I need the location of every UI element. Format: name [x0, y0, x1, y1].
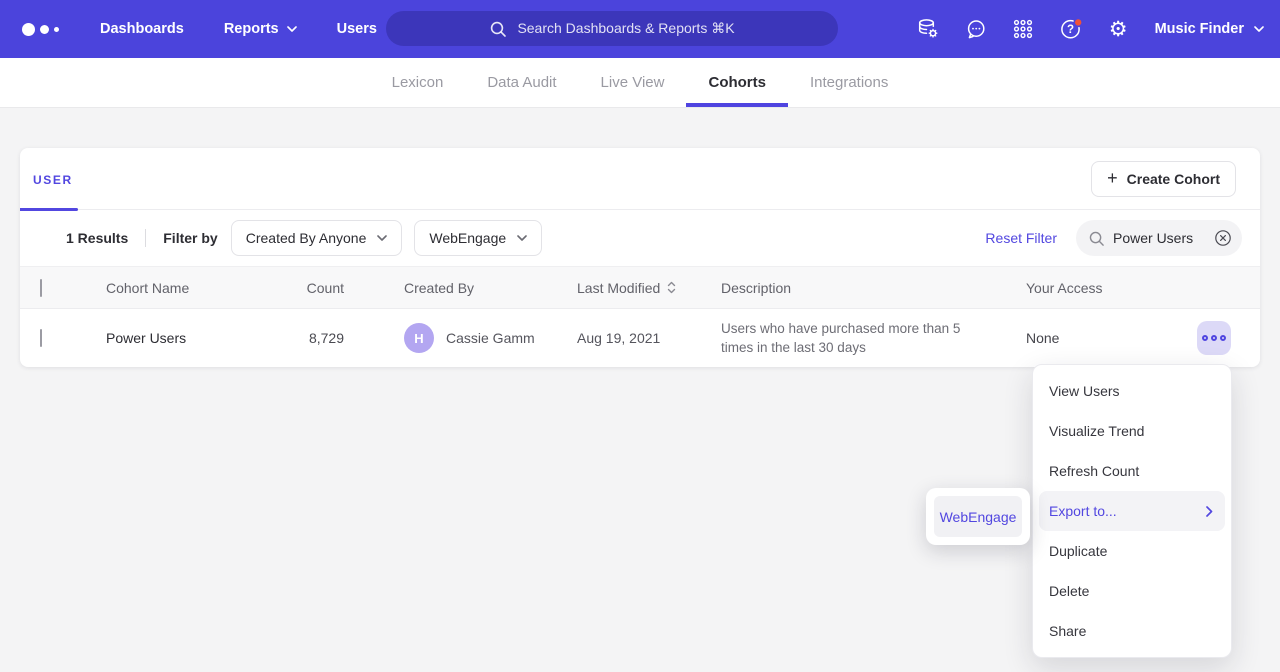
global-search-input[interactable]: Search Dashboards & Reports ⌘K — [386, 11, 838, 46]
tab-user[interactable]: USER — [33, 173, 73, 187]
reset-filter-link[interactable]: Reset Filter — [985, 230, 1057, 246]
tab-integrations[interactable]: Integrations — [788, 58, 910, 107]
cohort-search-input[interactable]: Power Users — [1076, 220, 1242, 256]
search-icon — [489, 20, 507, 38]
last-modified-cell: Aug 19, 2021 — [577, 330, 721, 346]
card-header: USER + Create Cohort — [20, 148, 1260, 210]
col-last-modified[interactable]: Last Modified — [577, 280, 721, 296]
nav-reports[interactable]: Reports — [204, 0, 317, 58]
tab-lexicon[interactable]: Lexicon — [370, 58, 466, 107]
create-cohort-label: Create Cohort — [1127, 171, 1220, 187]
menu-item-delete[interactable]: Delete — [1033, 571, 1231, 611]
cohort-search-value: Power Users — [1113, 230, 1206, 246]
more-options-icon — [1202, 335, 1209, 342]
your-access-cell: None — [1026, 330, 1197, 346]
created-by-name: Cassie Gamm — [446, 330, 535, 346]
tab-cohorts[interactable]: Cohorts — [686, 58, 788, 107]
results-count: 1 Results — [66, 230, 128, 246]
col-cohort-name: Cohort Name — [106, 280, 266, 296]
row-checkbox[interactable] — [40, 329, 42, 347]
mixpanel-logo-icon[interactable] — [22, 23, 66, 36]
tab-live-view[interactable]: Live View — [579, 58, 687, 107]
col-your-access: Your Access — [1026, 280, 1197, 296]
nav-reports-label: Reports — [224, 21, 279, 37]
chevron-right-icon — [1206, 506, 1213, 517]
table-header: Cohort Name Count Created By Last Modifi… — [20, 267, 1260, 309]
project-name: Music Finder — [1155, 21, 1244, 37]
project-selector[interactable]: Music Finder — [1155, 21, 1264, 37]
export-submenu: WebEngage — [926, 488, 1030, 545]
filter-bar: 1 Results Filter by Created By Anyone We… — [20, 210, 1260, 267]
filter-by-label: Filter by — [163, 230, 217, 246]
chevron-down-icon — [287, 26, 297, 32]
menu-item-export-to[interactable]: Export to... — [1039, 491, 1225, 531]
svg-text:?: ? — [1067, 24, 1074, 36]
col-count: Count — [266, 280, 344, 296]
created-by-filter-value: Created By Anyone — [246, 230, 367, 246]
global-search-placeholder: Search Dashboards & Reports ⌘K — [517, 20, 734, 37]
menu-item-refresh-count[interactable]: Refresh Count — [1033, 451, 1231, 491]
chevron-down-icon — [1254, 26, 1264, 32]
chevron-down-icon — [377, 235, 387, 241]
active-tab-underline — [20, 208, 78, 211]
col-description: Description — [721, 280, 1026, 296]
col-created-by: Created By — [344, 280, 577, 296]
apps-grid-icon[interactable] — [1012, 18, 1034, 40]
data-management-icon[interactable] — [916, 17, 940, 41]
sort-icon — [667, 281, 676, 294]
description-cell: Users who have purchased more than 5 tim… — [721, 319, 1026, 357]
settings-gear-icon[interactable]: ⚙ — [1109, 19, 1128, 40]
menu-item-share[interactable]: Share — [1033, 611, 1231, 651]
col-last-modified-label: Last Modified — [577, 280, 660, 296]
row-actions-button[interactable] — [1197, 321, 1231, 355]
select-all-checkbox[interactable] — [40, 279, 42, 297]
notification-dot — [1074, 18, 1082, 26]
secondary-nav: Lexicon Data Audit Live View Cohorts Int… — [0, 58, 1280, 108]
created-by-cell: H Cassie Gamm — [344, 323, 577, 353]
row-actions-menu: View Users Visualize Trend Refresh Count… — [1032, 364, 1232, 658]
menu-item-duplicate[interactable]: Duplicate — [1033, 531, 1231, 571]
cohort-name-cell[interactable]: Power Users — [106, 330, 266, 346]
clear-search-icon[interactable] — [1214, 229, 1232, 247]
cohorts-card: USER + Create Cohort 1 Results Filter by… — [20, 148, 1260, 367]
integration-filter-dropdown[interactable]: WebEngage — [414, 220, 542, 256]
menu-item-export-to-label: Export to... — [1049, 503, 1117, 519]
chevron-down-icon — [517, 235, 527, 241]
primary-nav: Dashboards Reports Users — [80, 0, 397, 58]
created-by-filter-dropdown[interactable]: Created By Anyone — [231, 220, 403, 256]
create-cohort-button[interactable]: + Create Cohort — [1091, 161, 1236, 197]
cohort-count-cell: 8,729 — [266, 330, 344, 346]
nav-dashboards[interactable]: Dashboards — [80, 0, 204, 58]
tab-data-audit[interactable]: Data Audit — [465, 58, 578, 107]
plus-icon: + — [1107, 169, 1118, 187]
nav-users[interactable]: Users — [317, 0, 397, 58]
search-icon — [1088, 230, 1105, 247]
messages-icon[interactable] — [965, 18, 987, 40]
navbar-right: ? ⚙ Music Finder — [916, 0, 1264, 58]
menu-item-visualize-trend[interactable]: Visualize Trend — [1033, 411, 1231, 451]
submenu-item-webengage[interactable]: WebEngage — [934, 496, 1022, 537]
avatar: H — [404, 323, 434, 353]
top-navbar: Dashboards Reports Users Search Dashboar… — [0, 0, 1280, 58]
help-icon[interactable]: ? — [1059, 17, 1084, 41]
table-row: Power Users 8,729 H Cassie Gamm Aug 19, … — [20, 309, 1260, 367]
menu-item-view-users[interactable]: View Users — [1033, 371, 1231, 411]
integration-filter-value: WebEngage — [429, 230, 506, 246]
divider — [145, 229, 146, 247]
